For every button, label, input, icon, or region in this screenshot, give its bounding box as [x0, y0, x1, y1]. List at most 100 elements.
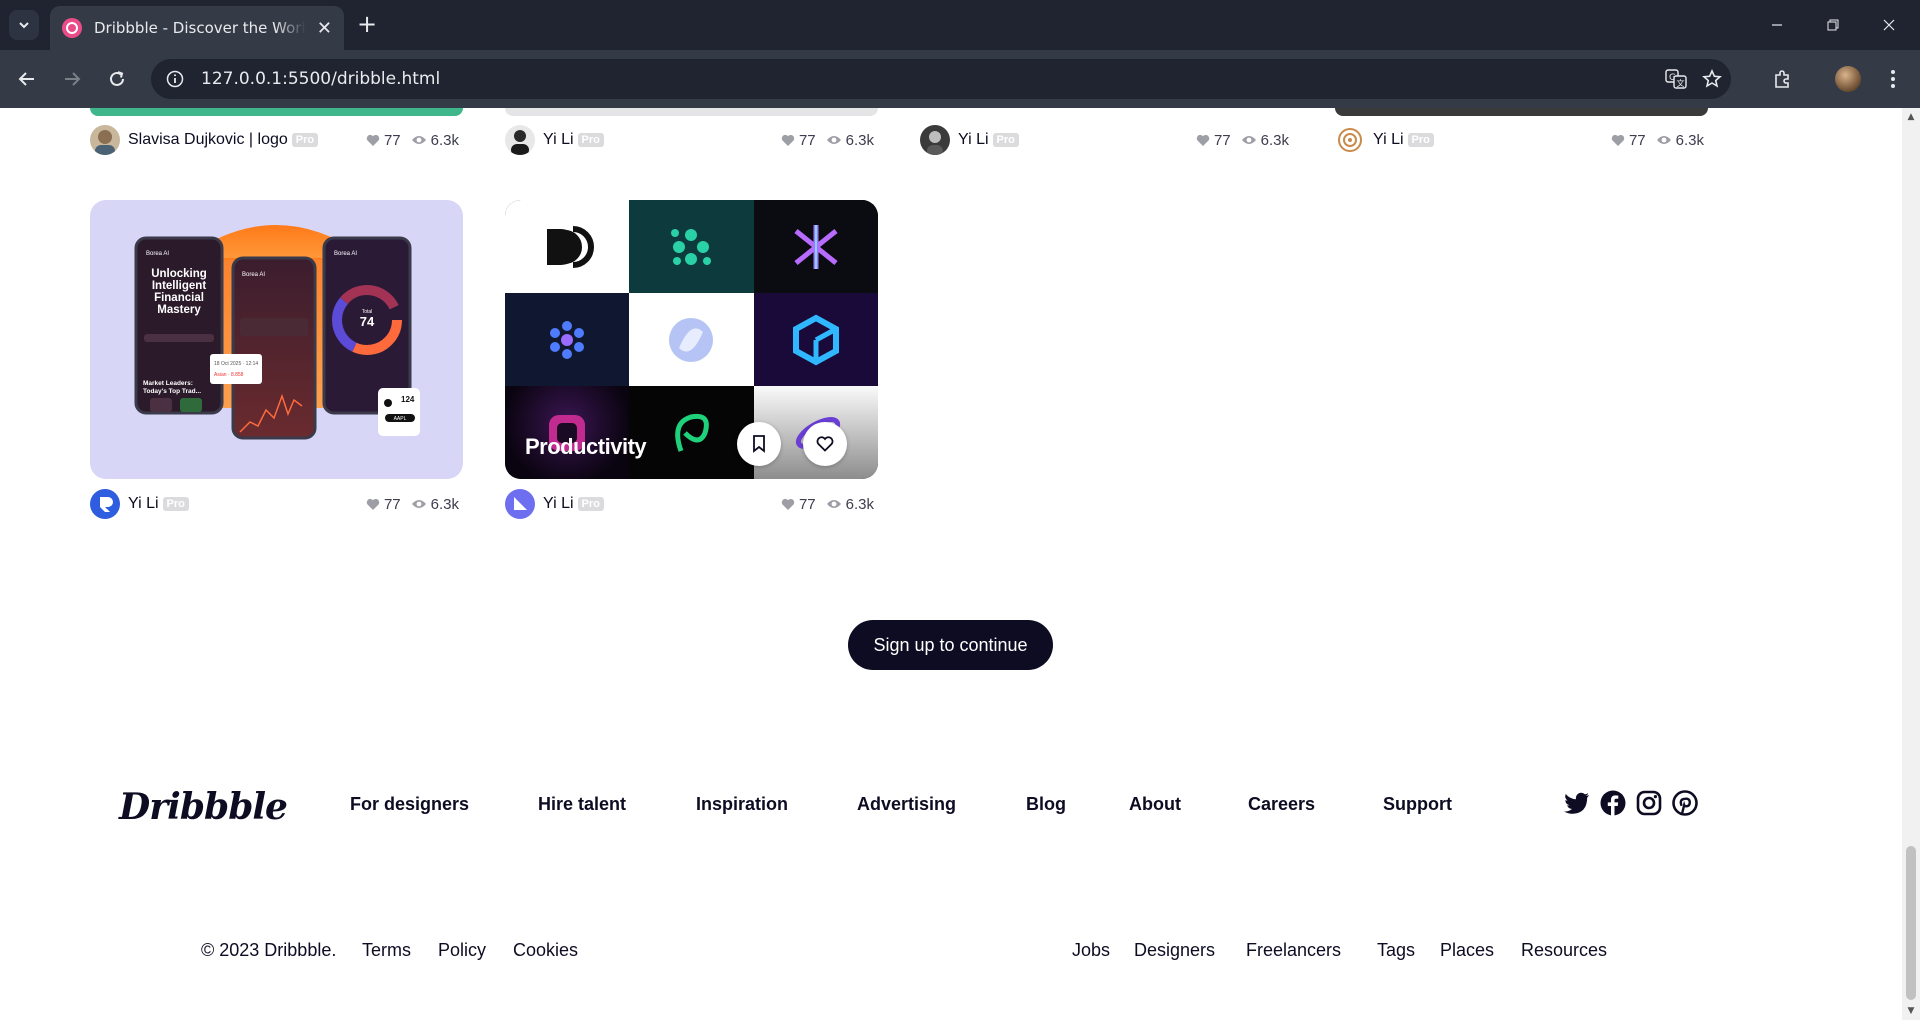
isometric-cube-logo	[792, 314, 839, 365]
scroll-down-icon[interactable]: ▼	[1906, 1006, 1916, 1016]
page-scrollbar[interactable]: ▲ ▼	[1902, 108, 1920, 1020]
footer-link-advertising[interactable]: Advertising	[857, 794, 956, 815]
minimize-button[interactable]	[1754, 10, 1800, 40]
footer-link-tags[interactable]: Tags	[1377, 940, 1415, 961]
likes-stat: 77	[366, 132, 401, 149]
likes-stat: 77	[1196, 132, 1231, 149]
avatar[interactable]	[505, 489, 535, 519]
shot-thumbnail-logo-grid[interactable]: Productivity	[505, 200, 878, 479]
borea-app-mockup: Borea AI Unlocking Intelligent Financial…	[134, 225, 420, 440]
restore-button[interactable]	[1810, 10, 1856, 40]
svg-text:Borea AI: Borea AI	[334, 251, 357, 257]
new-tab-button[interactable]: +	[353, 11, 381, 39]
footer-link-freelancers[interactable]: Freelancers	[1246, 940, 1341, 961]
twitter-icon[interactable]	[1563, 789, 1591, 817]
scroll-up-icon[interactable]: ▲	[1906, 112, 1916, 122]
svg-text:AAPL: AAPL	[394, 416, 407, 422]
back-button[interactable]	[11, 63, 43, 95]
browser-tab-active[interactable]: Dribbble - Discover the World's ✕	[50, 6, 344, 50]
address-bar[interactable]: 127.0.0.1:5500/dribble.html G文	[151, 59, 1731, 99]
shot-stats: 77 6.3k	[771, 132, 874, 149]
likes-count: 77	[1628, 131, 1646, 149]
svg-text:Today's Top Trad...: Today's Top Trad...	[143, 388, 201, 395]
close-icon	[1883, 19, 1895, 31]
svg-text:Mastery: Mastery	[157, 304, 201, 316]
close-window-button[interactable]	[1866, 10, 1912, 40]
svg-text:Intelligent: Intelligent	[152, 280, 206, 292]
footer-link-inspiration[interactable]: Inspiration	[696, 794, 788, 815]
shot-thumbnail[interactable]	[1335, 108, 1708, 116]
save-button[interactable]	[737, 422, 781, 466]
author-name[interactable]: Slavisa Dujkovic | logo	[128, 131, 288, 149]
menu-button[interactable]	[1877, 63, 1909, 95]
footer-link-resources[interactable]: Resources	[1521, 940, 1607, 961]
logo-tile	[505, 200, 630, 293]
shot-thumbnail-borea[interactable]: Borea AI Unlocking Intelligent Financial…	[90, 200, 463, 479]
footer-link-designers[interactable]: Designers	[1134, 940, 1215, 961]
likes-count: 77	[798, 495, 816, 513]
chevron-down-icon	[19, 22, 29, 29]
views-stat: 6.3k	[1241, 132, 1289, 149]
pro-badge: Pro	[577, 497, 604, 511]
profile-button[interactable]	[1832, 63, 1864, 95]
shot-meta: Yi Li Pro 77 6.3k	[90, 487, 463, 521]
footer-link-terms[interactable]: Terms	[362, 940, 411, 961]
signup-continue-button[interactable]: Sign up to continue	[848, 620, 1053, 670]
avatar[interactable]	[505, 125, 535, 155]
eye-icon	[411, 136, 426, 144]
footer-link-jobs[interactable]: Jobs	[1072, 940, 1110, 961]
footer-link-hire-talent[interactable]: Hire talent	[538, 794, 626, 815]
author-name[interactable]: Yi Li	[958, 131, 989, 149]
views-count: 6.3k	[1260, 131, 1289, 149]
like-button[interactable]	[803, 422, 847, 466]
reload-button[interactable]	[101, 63, 133, 95]
footer-link-support[interactable]: Support	[1383, 794, 1452, 815]
svg-text:Unlocking: Unlocking	[151, 268, 207, 280]
avatar[interactable]	[1335, 125, 1365, 155]
heart-icon	[816, 436, 834, 452]
footer-link-places[interactable]: Places	[1440, 940, 1494, 961]
footer-link-policy[interactable]: Policy	[438, 940, 486, 961]
views-count: 6.3k	[430, 495, 459, 513]
footer-link-for-designers[interactable]: For designers	[350, 794, 469, 815]
shot-thumbnail[interactable]	[505, 108, 878, 116]
shot-stats: 77 6.3k	[1186, 132, 1289, 149]
footer-link-careers[interactable]: Careers	[1248, 794, 1315, 815]
avatar[interactable]	[920, 125, 950, 155]
svg-text:Asian · 8.858: Asian · 8.858	[214, 372, 244, 378]
footer-link-cookies[interactable]: Cookies	[513, 940, 578, 961]
logo-tile	[505, 293, 630, 386]
author-name[interactable]: Yi Li	[128, 495, 159, 513]
author-name[interactable]: Yi Li	[543, 495, 574, 513]
translate-icon[interactable]: G文	[1658, 59, 1694, 99]
tab-search-button[interactable]	[9, 10, 39, 40]
footer-link-blog[interactable]: Blog	[1026, 794, 1066, 815]
likes-stat: 77	[781, 132, 816, 149]
forward-button[interactable]	[56, 63, 88, 95]
tab-title: Dribbble - Discover the World's	[94, 19, 306, 37]
footer-link-about[interactable]: About	[1129, 794, 1181, 815]
author-name[interactable]: Yi Li	[1373, 131, 1404, 149]
tab-close-icon[interactable]: ✕	[317, 18, 332, 39]
facebook-icon[interactable]	[1599, 789, 1627, 817]
shot-meta: Yi Li Pro 77 6.3k	[1335, 123, 1708, 157]
dribbble-logo[interactable]: Dribbble	[119, 786, 288, 828]
shot-overlay-text: Productivity	[525, 434, 647, 459]
instagram-icon[interactable]	[1635, 789, 1663, 817]
logo-tile	[629, 200, 754, 293]
likes-stat: 77	[1611, 132, 1646, 149]
scrollbar-thumb[interactable]	[1906, 846, 1916, 1000]
site-info-icon[interactable]	[155, 59, 195, 99]
avatar[interactable]	[90, 489, 120, 519]
shot-thumbnail[interactable]	[90, 108, 463, 116]
bookmark-star-icon[interactable]	[1694, 59, 1730, 99]
views-count: 6.3k	[845, 131, 874, 149]
avatar[interactable]	[90, 125, 120, 155]
browser-tab-bar: Dribbble - Discover the World's ✕ +	[0, 0, 1920, 50]
logo-tile	[753, 293, 878, 386]
author-name[interactable]: Yi Li	[543, 131, 574, 149]
extensions-button[interactable]	[1766, 63, 1798, 95]
eye-icon	[1241, 136, 1256, 144]
pinterest-icon[interactable]	[1671, 789, 1699, 817]
d-mark-logo	[547, 225, 595, 268]
